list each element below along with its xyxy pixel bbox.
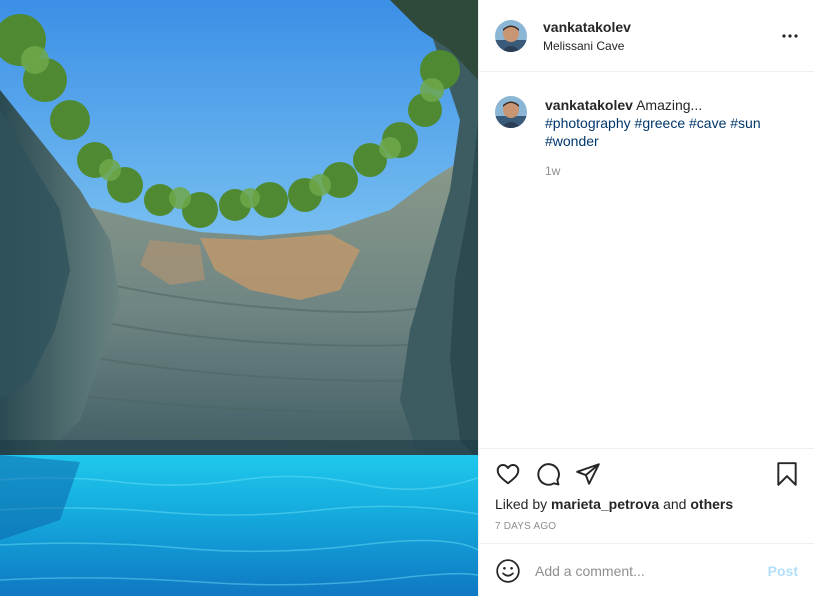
more-icon bbox=[782, 34, 798, 38]
caption-timestamp[interactable]: 1w bbox=[545, 164, 560, 178]
post-header: vankatakolev Melissani Cave bbox=[479, 0, 814, 72]
share-icon bbox=[576, 463, 600, 485]
hashtag-photography[interactable]: #photography bbox=[545, 115, 631, 131]
comment-input[interactable] bbox=[535, 558, 755, 584]
comment-button[interactable] bbox=[535, 461, 561, 487]
instagram-post: vankatakolev Melissani Cave vankatakolev… bbox=[0, 0, 814, 596]
heart-icon bbox=[496, 464, 520, 485]
liked-by-user[interactable]: marieta_petrova bbox=[551, 496, 659, 512]
emoji-icon bbox=[496, 559, 520, 583]
post-photo[interactable] bbox=[0, 0, 478, 596]
like-button[interactable] bbox=[495, 461, 521, 487]
share-button[interactable] bbox=[575, 461, 601, 487]
caption-username[interactable]: vankatakolev bbox=[545, 97, 633, 113]
hashtag-wonder[interactable]: #wonder bbox=[545, 133, 599, 149]
likes-others[interactable]: others bbox=[690, 496, 733, 512]
comment-icon bbox=[537, 463, 560, 486]
likes-conjunction: and bbox=[663, 496, 687, 512]
post-date[interactable]: 7 DAYS AGO bbox=[495, 521, 556, 532]
hashtag-sun[interactable]: #sun bbox=[730, 115, 760, 131]
caption-text: Amazing... bbox=[636, 97, 703, 113]
post-side-panel: vankatakolev Melissani Cave vankatakolev… bbox=[478, 0, 814, 596]
avatar-image bbox=[495, 20, 527, 52]
author-username[interactable]: vankatakolev bbox=[543, 19, 631, 35]
post-location[interactable]: Melissani Cave bbox=[543, 39, 624, 53]
caption-avatar[interactable] bbox=[495, 96, 527, 128]
cave-photo-image bbox=[0, 0, 478, 596]
save-button[interactable] bbox=[774, 461, 800, 487]
hashtag-greece[interactable]: #greece bbox=[635, 115, 686, 131]
likes-summary: Liked by marieta_petrova and others bbox=[495, 496, 733, 512]
author-avatar[interactable] bbox=[495, 20, 527, 52]
post-comment-button[interactable]: Post bbox=[768, 563, 798, 579]
bookmark-icon bbox=[777, 462, 797, 486]
emoji-button[interactable] bbox=[495, 558, 521, 584]
caption-text-block: vankatakolev Amazing... #photography #gr… bbox=[545, 96, 785, 150]
likes-prefix: Liked by bbox=[495, 496, 548, 512]
more-options-button[interactable] bbox=[778, 24, 802, 48]
avatar-image bbox=[495, 96, 527, 128]
hashtag-cave[interactable]: #cave bbox=[689, 115, 726, 131]
add-comment-bar: Post bbox=[479, 543, 814, 596]
post-actions: Liked by marieta_petrova and others 7 DA… bbox=[479, 448, 814, 543]
